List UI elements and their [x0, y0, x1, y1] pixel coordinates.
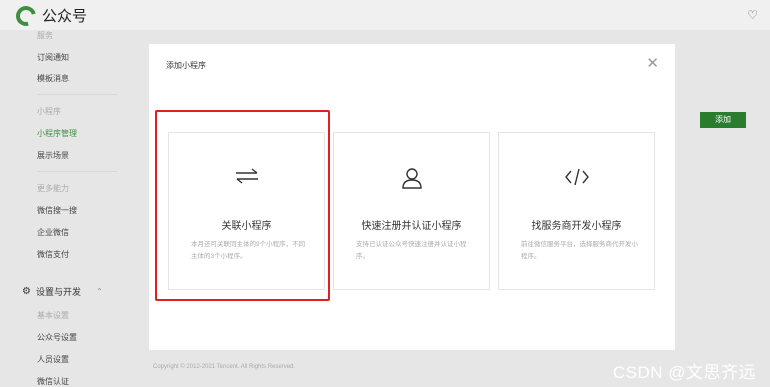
sidebar-item-wechat-search[interactable]: 微信搜一搜: [37, 205, 77, 216]
add-button[interactable]: 添加: [700, 112, 746, 128]
watermark-text: CSDN @文思齐远: [612, 363, 756, 382]
close-icon[interactable]: ✕: [646, 56, 659, 71]
highlight-box: [155, 110, 330, 301]
sidebar: 服务 订阅通知 模板消息 小程序 小程序管理 展示场景 更多能力 微信搜一搜 企…: [0, 30, 140, 387]
dialog-title: 添加小程序: [166, 61, 206, 70]
logo[interactable]: 公众号: [12, 1, 88, 30]
wechat-logo-icon: [12, 1, 40, 30]
sidebar-divider: [37, 171, 117, 172]
sidebar-item-miniprogram-manage[interactable]: 小程序管理: [37, 128, 77, 139]
sidebar-item-wecom[interactable]: 企业微信: [37, 227, 69, 238]
sidebar-section-label: 设置与开发: [35, 287, 81, 297]
code-icon: [499, 167, 654, 192]
sidebar-group-service: 服务: [37, 31, 53, 40]
chevron-up-icon: ⌃: [95, 287, 103, 296]
card-description: 前往微信服务平台，选择服务商代开发小程序。: [521, 241, 638, 260]
sidebar-item-staff-settings[interactable]: 人员设置: [37, 354, 69, 365]
sidebar-item-template-message[interactable]: 模板消息: [37, 73, 69, 84]
sidebar-item-subscribe-notice[interactable]: 订阅通知: [37, 52, 69, 63]
app-title: 公众号: [42, 8, 88, 25]
card-find-provider[interactable]: 找服务商开发小程序 前往微信服务平台，选择服务商代开发小程序。: [498, 132, 655, 290]
sidebar-group-miniprogram: 小程序: [37, 107, 61, 116]
sidebar-item-display-scene[interactable]: 展示场景: [37, 150, 69, 161]
sidebar-item-wechat-pay[interactable]: 微信支付: [37, 249, 69, 260]
sidebar-group-more: 更多能力: [37, 184, 69, 193]
card-label: 快速注册并认证小程序: [361, 221, 462, 232]
top-bar: 公众号 ♡: [0, 0, 770, 30]
bell-icon[interactable]: ♡: [747, 8, 758, 22]
card-description: 支持已认证公众号快速注册并认证小程序。: [356, 241, 467, 260]
gear-icon: ⚙: [22, 286, 31, 297]
sidebar-item-account-settings[interactable]: 公众号设置: [37, 332, 77, 343]
card-quick-register[interactable]: 快速注册并认证小程序 支持已认证公众号快速注册并认证小程序。: [333, 132, 490, 290]
sidebar-item-wechat-verify[interactable]: 微信认证: [37, 376, 69, 387]
sidebar-group-basic: 基本设置: [37, 311, 69, 320]
sidebar-section-settings[interactable]: ⚙ 设置与开发 ⌃: [22, 285, 103, 298]
card-label: 找服务商开发小程序: [531, 221, 622, 232]
copyright-text: Copyright © 2012-2021 Tencent. All Right…: [153, 364, 296, 370]
user-icon: [334, 167, 489, 194]
sidebar-divider: [37, 94, 117, 95]
